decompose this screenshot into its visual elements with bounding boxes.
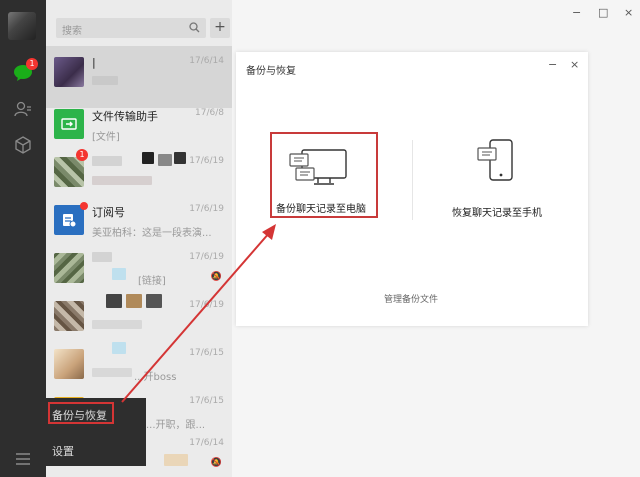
blurred-block: [142, 152, 154, 164]
favorites-cube-icon[interactable]: [12, 134, 34, 156]
blurred-block: [112, 268, 126, 280]
blurred-text: [92, 368, 132, 377]
conversation-time: 17/6/8: [195, 108, 224, 118]
conversation-time: 17/6/14: [189, 56, 224, 66]
subscription-icon: [63, 214, 77, 228]
menu-item-settings[interactable]: 设置: [52, 443, 74, 459]
chat-badge: 1: [26, 58, 38, 70]
conversation-time: 17/6/19: [189, 156, 224, 166]
search-icon: [189, 22, 200, 36]
conversation-preview: [文件]: [92, 132, 120, 143]
conversation-preview: [链接]: [138, 276, 166, 287]
manage-backup-files-link[interactable]: 管理备份文件: [384, 292, 438, 305]
blurred-text: [92, 176, 152, 185]
menu-hamburger-icon[interactable]: [12, 448, 34, 470]
conversation-name: 订阅号: [92, 206, 125, 219]
blurred-block: [146, 294, 162, 308]
blurred-block: [112, 342, 126, 354]
conversation-name: 文件传输助手: [92, 110, 158, 123]
blurred-block: [164, 454, 188, 466]
contact-avatar: [54, 57, 84, 87]
restore-to-phone-label: 恢复聊天记录至手机: [452, 208, 542, 219]
conversation-time: 17/6/14: [189, 438, 224, 448]
subscription-avatar: [54, 205, 84, 235]
conversation-time: 17/6/19: [189, 252, 224, 262]
conversation-name: |: [92, 56, 96, 69]
group-avatar: [54, 157, 84, 187]
conversation-preview: ...开boss: [134, 372, 177, 383]
option-divider: [412, 140, 413, 220]
dialog-close-button[interactable]: ×: [570, 58, 579, 71]
conversation-time: 17/6/15: [189, 348, 224, 358]
computer-icon: [289, 149, 347, 185]
blurred-block: [158, 154, 172, 166]
settings-popup-menu: 备份与恢复 设置: [46, 398, 146, 466]
unread-badge: 1: [76, 149, 88, 161]
file-transfer-avatar: [54, 109, 84, 139]
left-nav-bar: 1: [0, 0, 46, 477]
restore-to-phone-option[interactable]: 恢复聊天记录至手机: [448, 136, 568, 220]
blurred-block: [106, 294, 122, 308]
add-button[interactable]: +: [210, 18, 230, 38]
contact-avatar: [54, 349, 84, 379]
contacts-icon[interactable]: [12, 98, 34, 120]
unread-dot: [80, 202, 88, 210]
dialog-title: 备份与恢复: [246, 66, 296, 77]
group-avatar: [54, 301, 84, 331]
backup-to-pc-option[interactable]: 备份聊天记录至电脑: [270, 132, 378, 218]
backup-restore-dialog: 备份与恢复 − × 备份聊天记录至电脑 恢复聊天记录至手机 管理备份文件: [236, 52, 588, 326]
window-close-button[interactable]: ×: [624, 6, 633, 19]
conversation-time: 17/6/19: [189, 204, 224, 214]
conversation-time: 17/6/15: [189, 396, 224, 406]
blurred-block: [174, 152, 186, 164]
mute-icon: 🔕: [210, 272, 222, 282]
dialog-minimize-button[interactable]: −: [548, 58, 557, 71]
blurred-text: [92, 320, 142, 329]
mute-icon: 🔕: [210, 458, 222, 468]
conversation-time: 17/6/19: [189, 300, 224, 310]
phone-icon: [477, 139, 513, 181]
window-minimize-button[interactable]: −: [572, 6, 581, 19]
search-input[interactable]: 搜索: [56, 18, 206, 38]
blurred-text: [92, 252, 112, 262]
conversation-preview: 美亚柏科：这是一段表演...: [92, 228, 212, 239]
window-maximize-button[interactable]: □: [598, 6, 608, 19]
file-transfer-icon: [61, 118, 77, 130]
user-avatar[interactable]: [8, 12, 36, 40]
blurred-text: [92, 76, 118, 85]
group-avatar: [54, 253, 84, 283]
search-placeholder: 搜索: [62, 26, 82, 37]
blurred-block: [126, 294, 142, 308]
menu-item-backup-restore[interactable]: 备份与恢复: [52, 407, 107, 423]
backup-to-pc-label: 备份聊天记录至电脑: [276, 204, 366, 215]
chat-icon[interactable]: 1: [12, 58, 38, 84]
blurred-text: [92, 156, 122, 166]
